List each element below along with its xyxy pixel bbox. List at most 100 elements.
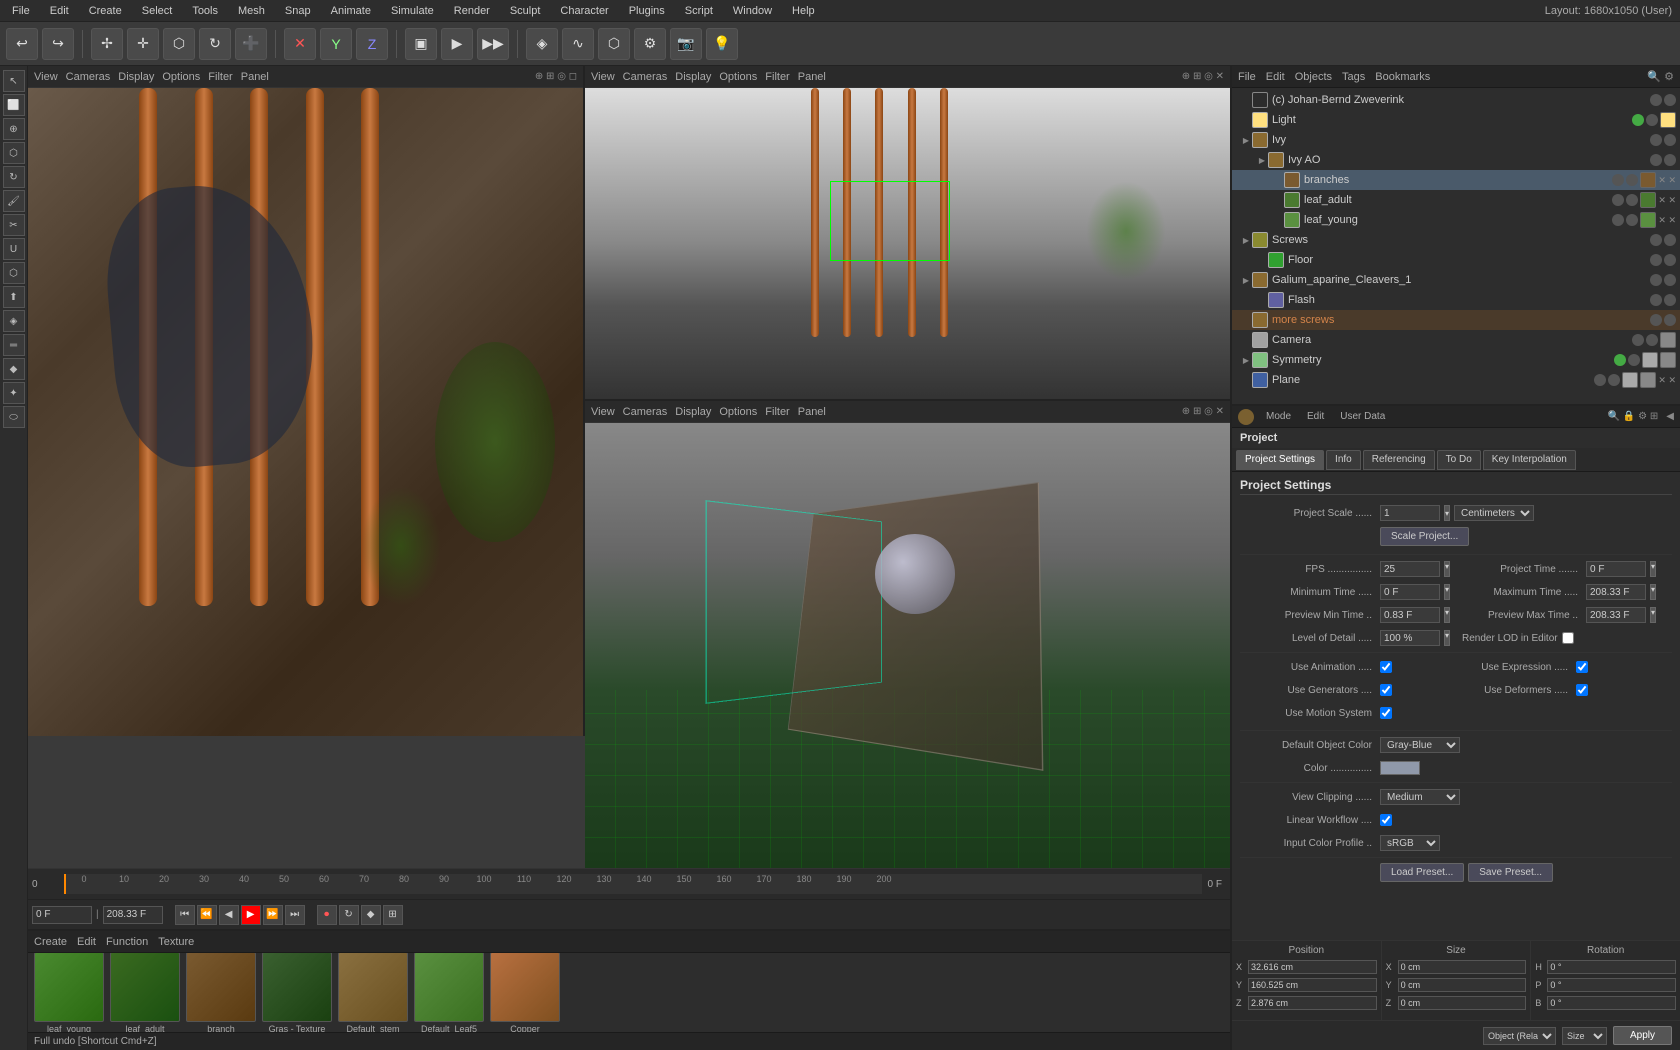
component-button[interactable]: ◈ bbox=[526, 28, 558, 60]
menu-item-create[interactable]: Create bbox=[85, 3, 126, 19]
mode-btn-mode[interactable]: Mode bbox=[1262, 409, 1295, 424]
mat-item-default_leaf5[interactable]: Default_Leaf5 bbox=[414, 953, 484, 1032]
tool-weld[interactable]: ⬡ bbox=[3, 262, 25, 284]
mat-item-copper[interactable]: Copper bbox=[490, 953, 560, 1032]
size-mode-select[interactable]: Size Scale bbox=[1562, 1027, 1607, 1045]
tool-dissolve[interactable]: ✦ bbox=[3, 382, 25, 404]
obj-row-screws[interactable]: ▶ Screws bbox=[1232, 230, 1680, 250]
play-forward-button[interactable]: ▶ bbox=[241, 905, 261, 925]
scale-stepper[interactable]: ▾ bbox=[1444, 505, 1450, 521]
mat-item-leaf_young[interactable]: leaf_young bbox=[34, 953, 104, 1032]
vp-left-view[interactable]: View bbox=[34, 71, 58, 83]
prop-input-prev-max[interactable] bbox=[1586, 607, 1646, 623]
obj-mat-light[interactable] bbox=[1660, 112, 1676, 128]
obj-vis-light[interactable] bbox=[1632, 114, 1644, 126]
vp-rt-cameras[interactable]: Cameras bbox=[623, 71, 668, 83]
tab-referencing[interactable]: Referencing bbox=[1363, 450, 1435, 470]
obj-vis-symmetry[interactable] bbox=[1614, 354, 1626, 366]
render-region-button[interactable]: ▣ bbox=[405, 28, 437, 60]
vp-rt-filter[interactable]: Filter bbox=[765, 71, 789, 83]
obj-objects[interactable]: Objects bbox=[1295, 71, 1332, 83]
mat-texture[interactable]: Texture bbox=[158, 936, 194, 948]
use-gen-check[interactable] bbox=[1380, 684, 1392, 696]
obj-render-leaf-adult[interactable] bbox=[1626, 194, 1638, 206]
coord-mode-select[interactable]: Object (Rela World bbox=[1483, 1027, 1556, 1045]
obj-vis-screws[interactable] bbox=[1650, 234, 1662, 246]
tool-bevel[interactable]: ◈ bbox=[3, 310, 25, 332]
scale-project-button[interactable]: Scale Project... bbox=[1380, 527, 1469, 546]
snap-button[interactable]: ⊞ bbox=[383, 905, 403, 925]
viewport-right-top[interactable]: View Cameras Display Options Filter Pane… bbox=[585, 66, 1230, 401]
min-time-stepper[interactable]: ▾ bbox=[1444, 584, 1450, 600]
prev-min-stepper[interactable]: ▾ bbox=[1444, 607, 1450, 623]
obj-bookmarks[interactable]: Bookmarks bbox=[1375, 71, 1430, 83]
obj-render-leaf-young[interactable] bbox=[1626, 214, 1638, 226]
obj-row-light[interactable]: Light bbox=[1232, 110, 1680, 130]
redo-button[interactable]: ↪ bbox=[42, 28, 74, 60]
obj-tags[interactable]: Tags bbox=[1342, 71, 1365, 83]
scale-tool-button[interactable]: ⬡ bbox=[163, 28, 195, 60]
vp-rb-panel[interactable]: Panel bbox=[798, 406, 826, 418]
obj-mat-leaf-young[interactable] bbox=[1640, 212, 1656, 228]
tab-project-settings[interactable]: Project Settings bbox=[1236, 450, 1324, 470]
vp-left-options[interactable]: Options bbox=[162, 71, 200, 83]
obj-row-leaf-adult[interactable]: leaf_adult ✕ ✕ bbox=[1232, 190, 1680, 210]
obj-row-galium[interactable]: ▶ Galium_aparine_Cleavers_1 bbox=[1232, 270, 1680, 290]
obj-vis-plane[interactable] bbox=[1594, 374, 1606, 386]
rotate-tool-button[interactable]: ↻ bbox=[199, 28, 231, 60]
obj-row-flash[interactable]: Flash bbox=[1232, 290, 1680, 310]
timeline[interactable]: 0 01020 304050 607080 90100110 120130140… bbox=[28, 868, 1230, 900]
menu-item-file[interactable]: File bbox=[8, 3, 34, 19]
obj-edit[interactable]: Edit bbox=[1266, 71, 1285, 83]
render-lod-check[interactable] bbox=[1562, 632, 1574, 644]
proj-time-stepper[interactable]: ▾ bbox=[1650, 561, 1656, 577]
obj-render-symmetry[interactable] bbox=[1628, 354, 1640, 366]
menu-item-sculpt[interactable]: Sculpt bbox=[506, 3, 545, 19]
psr-pos-x-input[interactable] bbox=[1248, 960, 1377, 974]
menu-item-script[interactable]: Script bbox=[681, 3, 717, 19]
prop-select-def-color[interactable]: Gray-Blue bbox=[1380, 737, 1460, 753]
psr-rot-p-input[interactable] bbox=[1547, 978, 1676, 992]
save-preset-button[interactable]: Save Preset... bbox=[1468, 863, 1553, 882]
tab-todo[interactable]: To Do bbox=[1437, 450, 1481, 470]
viewport-rt-content[interactable] bbox=[585, 88, 1230, 399]
menu-item-character[interactable]: Character bbox=[556, 3, 612, 19]
mat-item-branch[interactable]: branch bbox=[186, 953, 256, 1032]
fps-stepper[interactable]: ▾ bbox=[1444, 561, 1450, 577]
select-tool-button[interactable]: ✢ bbox=[91, 28, 123, 60]
obj-render-0[interactable] bbox=[1664, 94, 1676, 106]
tool-magnet[interactable]: U bbox=[3, 238, 25, 260]
load-preset-button[interactable]: Load Preset... bbox=[1380, 863, 1464, 882]
obj-vis-floor[interactable] bbox=[1650, 254, 1662, 266]
time-end-input[interactable] bbox=[103, 906, 163, 924]
record-button[interactable]: ⏺ bbox=[317, 905, 337, 925]
obj-vis-branches[interactable] bbox=[1612, 174, 1624, 186]
obj-render-camera[interactable] bbox=[1646, 334, 1658, 346]
mode-btn-user-data[interactable]: User Data bbox=[1336, 409, 1389, 424]
mat-item-gras---texture[interactable]: Gras - Texture bbox=[262, 953, 332, 1032]
obj-mat-branches[interactable] bbox=[1640, 172, 1656, 188]
spline-button[interactable]: ∿ bbox=[562, 28, 594, 60]
mat-function[interactable]: Function bbox=[106, 936, 148, 948]
viewport-rb-content[interactable] bbox=[585, 423, 1230, 868]
prop-select-unit[interactable]: Centimeters Meters Millimeters bbox=[1454, 505, 1534, 521]
use-expr-check[interactable] bbox=[1576, 661, 1588, 673]
vp-left-cameras[interactable]: Cameras bbox=[66, 71, 111, 83]
vp-rt-options[interactable]: Options bbox=[719, 71, 757, 83]
menu-item-snap[interactable]: Snap bbox=[281, 3, 315, 19]
tool-scale[interactable]: ⬡ bbox=[3, 142, 25, 164]
obj-vis-ivy[interactable] bbox=[1650, 134, 1662, 146]
obj-render-flash[interactable] bbox=[1664, 294, 1676, 306]
obj-vis-camera[interactable] bbox=[1632, 334, 1644, 346]
menu-item-mesh[interactable]: Mesh bbox=[234, 3, 269, 19]
prop-input-prev-min[interactable] bbox=[1380, 607, 1440, 623]
psr-pos-y-input[interactable] bbox=[1248, 978, 1377, 992]
vp-rb-view[interactable]: View bbox=[591, 406, 615, 418]
prop-input-fps[interactable] bbox=[1380, 561, 1440, 577]
obj-expand-symmetry[interactable]: ▶ bbox=[1240, 356, 1252, 365]
vp-rb-display[interactable]: Display bbox=[675, 406, 711, 418]
render-button[interactable]: ▶ bbox=[441, 28, 473, 60]
viewport-left-content[interactable] bbox=[28, 88, 583, 736]
camera-tool-button[interactable]: 📷 bbox=[670, 28, 702, 60]
mode-btn-edit[interactable]: Edit bbox=[1303, 409, 1328, 424]
